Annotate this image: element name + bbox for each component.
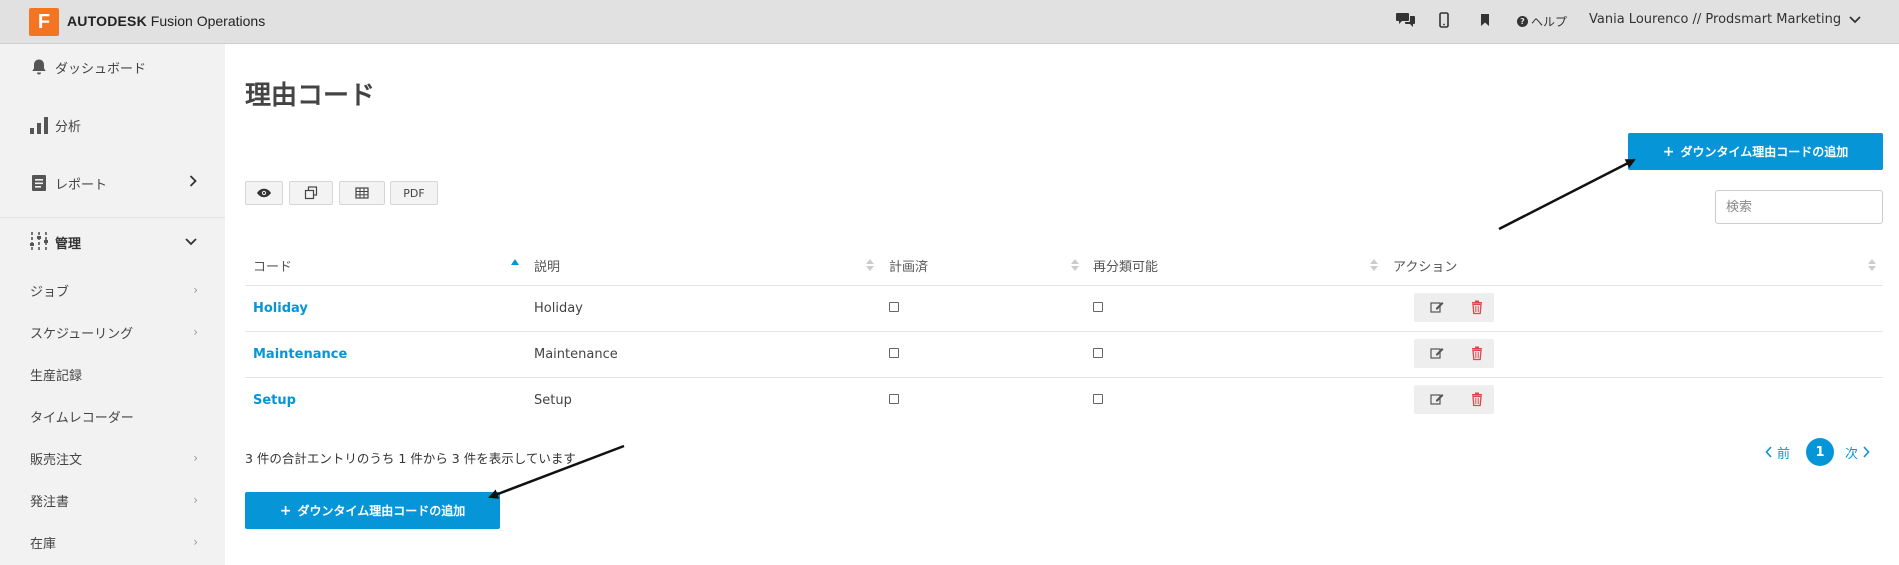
annotation-arrows [488, 158, 1636, 499]
annotation-arrow-top [1498, 158, 1636, 231]
annotation-arrow-bottom [488, 444, 625, 499]
